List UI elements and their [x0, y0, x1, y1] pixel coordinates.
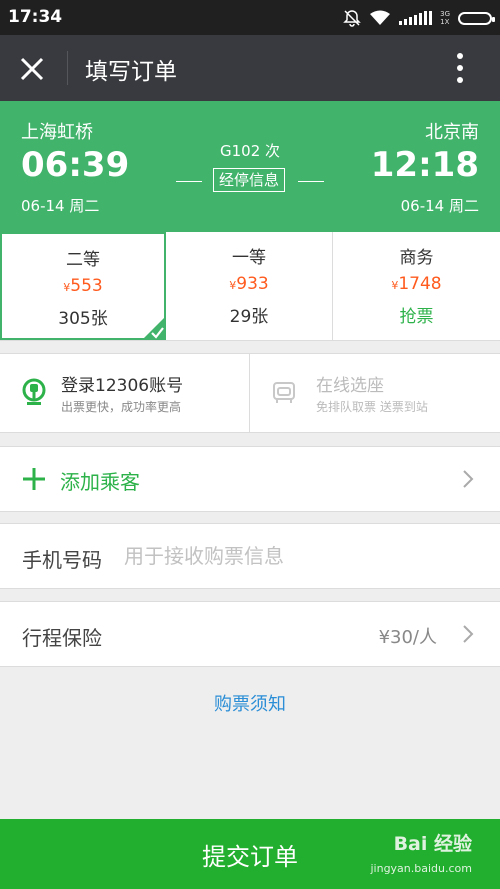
- seat-name: 二等: [66, 250, 100, 270]
- page-title: 填写订单: [85, 59, 177, 85]
- seat-price: ¥553: [63, 276, 103, 296]
- railway-logo-icon: [22, 378, 46, 405]
- status-icons: 3G 1X: [343, 8, 495, 28]
- phone-number-row: 手机号码: [0, 523, 500, 589]
- status-bar: 17:34 3G 1X: [0, 0, 500, 35]
- chevron-right-icon: [463, 625, 474, 643]
- seat-option-first-class[interactable]: 一等 ¥933 29张: [166, 232, 333, 340]
- arrival-date: 06-14 周二: [400, 197, 479, 215]
- seat-name: 一等: [232, 248, 266, 268]
- status-time: 17:34: [8, 7, 63, 27]
- battery-icon: [458, 11, 495, 25]
- seat-price: ¥933: [229, 274, 269, 294]
- wifi-icon: [370, 10, 391, 25]
- travel-insurance-row[interactable]: 行程保险 ¥30/人: [0, 601, 500, 667]
- seat-availability: 29张: [229, 307, 269, 327]
- stops-info-button[interactable]: 经停信息: [213, 168, 285, 192]
- departure-date: 06-14 周二: [21, 197, 100, 215]
- insurance-price: ¥30/人: [378, 627, 437, 648]
- seat-name: 商务: [399, 248, 434, 268]
- seat-option-business-class[interactable]: 商务 ¥1748 抢票: [333, 232, 500, 340]
- train-info-card: 上海虹桥 北京南 06:39 12:18 06-14 周二 06-14 周二 G…: [0, 101, 500, 232]
- selected-check-icon: [142, 316, 166, 340]
- route-line-right: [298, 181, 324, 182]
- chevron-right-icon: [463, 470, 474, 488]
- signal-icon: [399, 11, 433, 25]
- close-icon[interactable]: [16, 53, 48, 85]
- login-12306-button[interactable]: 登录12306账号 出票更快，成功率更高: [0, 354, 250, 432]
- nav-divider: [67, 51, 68, 85]
- seat-class-selector: 二等 ¥553 305张 一等 ¥933 29张 商务 ¥1748 抢票: [0, 232, 500, 341]
- more-icon[interactable]: [450, 51, 470, 85]
- login-title: 登录12306账号: [61, 376, 184, 396]
- add-passenger-row[interactable]: 添加乘客: [0, 446, 500, 512]
- network-type: 3G 1X: [440, 10, 450, 26]
- phone-number-input[interactable]: [124, 537, 464, 575]
- seat-option-second-class[interactable]: 二等 ¥553 305张: [0, 232, 166, 340]
- watermark-url: jingyan.baidu.com: [370, 862, 472, 875]
- route-line-left: [176, 181, 202, 182]
- online-seat-selection-button[interactable]: 在线选座 免排队取票 送票到站: [250, 354, 500, 432]
- purchase-notice-link[interactable]: 购票须知: [0, 690, 500, 716]
- seat-icon: [273, 382, 295, 403]
- online-seat-subtitle: 免排队取票 送票到站: [316, 400, 428, 414]
- login-subtitle: 出票更快，成功率更高: [61, 400, 182, 414]
- seat-price: ¥1748: [391, 274, 442, 294]
- phone-label: 手机号码: [22, 548, 102, 572]
- plus-icon: [23, 468, 45, 490]
- insurance-label: 行程保险: [22, 626, 102, 650]
- account-options-row: 登录12306账号 出票更快，成功率更高 在线选座 免排队取票 送票到站: [0, 353, 500, 433]
- grab-ticket-label: 抢票: [399, 307, 434, 327]
- online-seat-title: 在线选座: [316, 376, 384, 396]
- notification-off-icon: [343, 10, 361, 27]
- seat-availability: 305张: [58, 309, 108, 329]
- train-number: G102 次: [219, 142, 281, 160]
- nav-bar: 填写订单: [0, 35, 500, 101]
- add-passenger-label: 添加乘客: [60, 470, 140, 494]
- watermark-logo: Bai 经验: [393, 833, 472, 855]
